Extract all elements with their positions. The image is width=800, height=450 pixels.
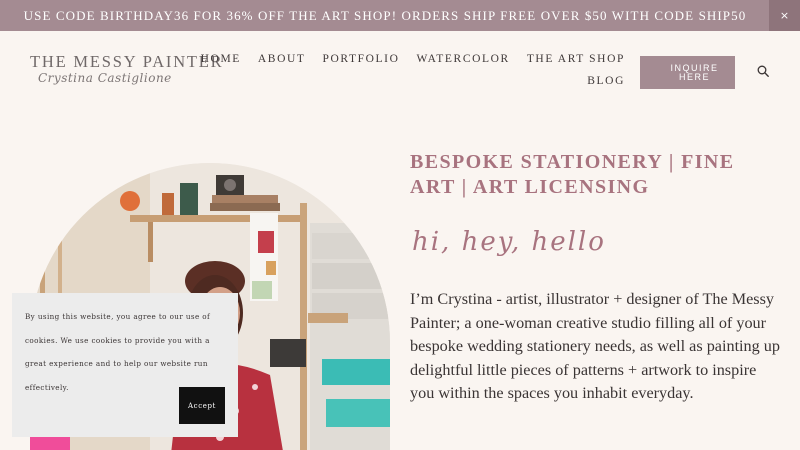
nav-row-primary: HOME ABOUT PORTFOLIO WATERCOLOR THE ART … — [201, 52, 625, 66]
promo-close-button[interactable]: × — [769, 0, 800, 31]
nav-about[interactable]: ABOUT — [258, 52, 306, 66]
nav-portfolio[interactable]: PORTFOLIO — [323, 52, 400, 66]
nav-blog[interactable]: BLOG — [587, 74, 625, 88]
nav-row-secondary: BLOG — [240, 74, 625, 88]
cookie-accept-button[interactable]: Accept — [179, 387, 225, 424]
hero-headline: BESPOKE STATIONERY | FINE ART | ART LICE… — [410, 151, 735, 198]
script-greeting-text: hi, hey, hello — [412, 227, 606, 257]
search-icon[interactable] — [757, 65, 769, 77]
hero-intro: I’m Crystina - artist, illustrator + des… — [410, 290, 780, 403]
promo-bar: USE CODE BIRTHDAY36 FOR 36% OFF THE ART … — [0, 0, 800, 31]
nav-the-art-shop[interactable]: THE ART SHOP — [527, 52, 625, 66]
main-nav: HOME ABOUT PORTFOLIO WATERCOLOR THE ART … — [201, 52, 625, 88]
close-icon: × — [779, 9, 790, 22]
logo-script-signature: Crystina Castiglione — [38, 71, 172, 85]
inquire-button[interactable]: INQUIRE HERE — [640, 56, 735, 89]
site-logo[interactable]: THE MESSY PAINTER Crystina Castiglione — [30, 52, 224, 85]
nav-watercolor[interactable]: WATERCOLOR — [417, 52, 510, 66]
nav-home[interactable]: HOME — [201, 52, 241, 66]
cookie-banner: By using this website, you agree to our … — [12, 293, 238, 437]
cookie-text: By using this website, you agree to our … — [25, 312, 211, 392]
promo-text: USE CODE BIRTHDAY36 FOR 36% OFF THE ART … — [23, 7, 747, 23]
script-greeting: hi, hey, hello — [412, 227, 606, 257]
logo-title: THE MESSY PAINTER — [30, 52, 224, 71]
